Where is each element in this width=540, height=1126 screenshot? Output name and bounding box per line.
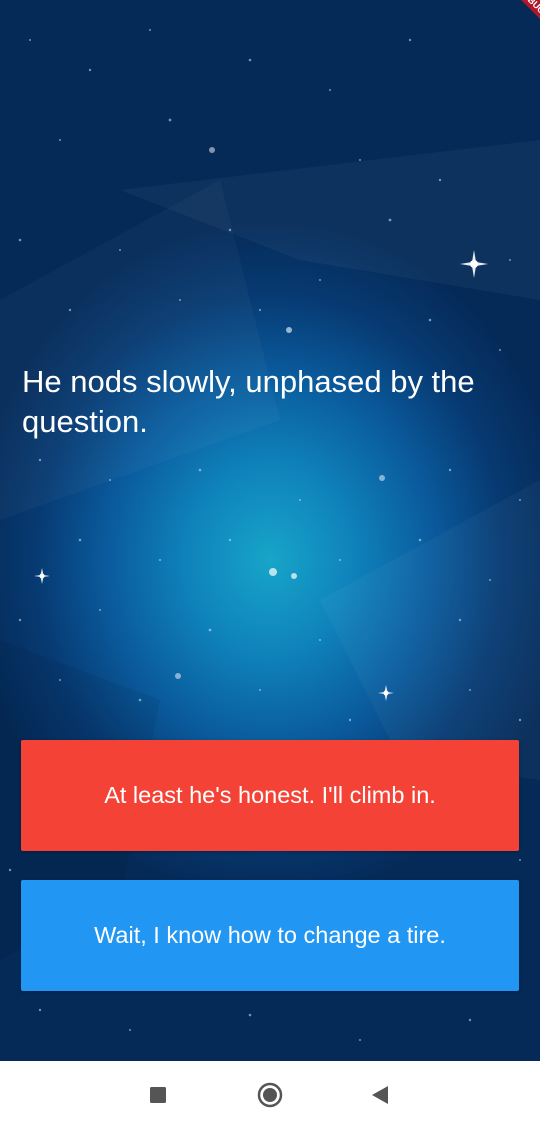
android-nav-bar (0, 1061, 540, 1126)
recents-button[interactable] (140, 1077, 176, 1113)
home-circle-icon (257, 1082, 283, 1108)
back-button[interactable] (362, 1077, 398, 1113)
back-triangle-icon (372, 1086, 388, 1104)
choice-1-button[interactable]: At least he's honest. I'll climb in. (21, 740, 519, 851)
choice-2-button[interactable]: Wait, I know how to change a tire. (21, 880, 519, 991)
recents-square-icon (150, 1087, 166, 1103)
story-text: He nods slowly, unphased by the question… (22, 364, 475, 439)
app-screen: DEBUG He nods slowly, unphased by the qu… (0, 0, 540, 1126)
home-button[interactable] (252, 1077, 288, 1113)
